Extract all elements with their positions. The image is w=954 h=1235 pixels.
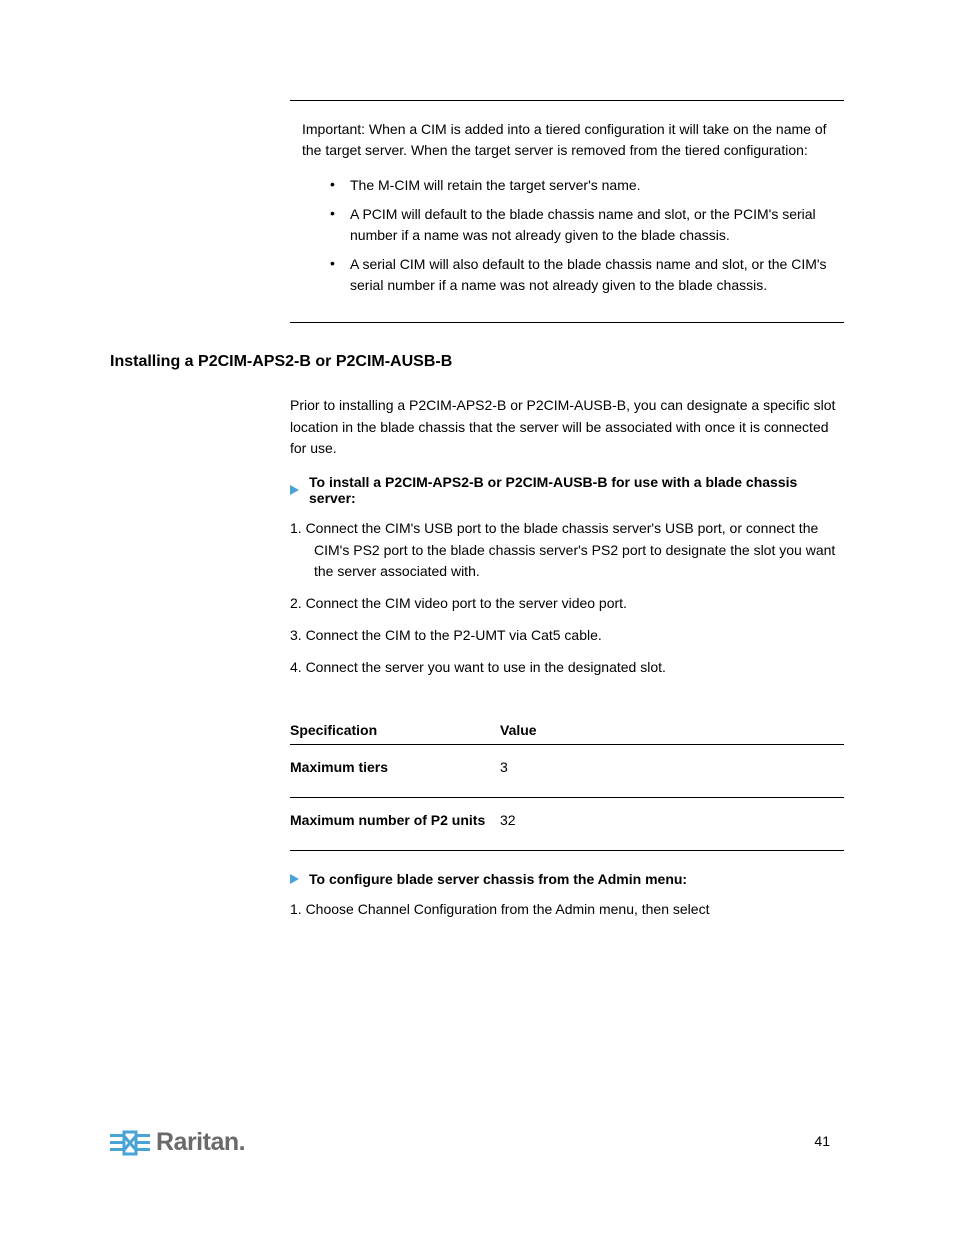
- procedure-label: To install a P2CIM-APS2-B or P2CIM-AUSB-…: [309, 474, 844, 506]
- spec-header-value: Value: [500, 722, 844, 738]
- spec-row: Maximum number of P2 units 32: [290, 798, 844, 851]
- procedure-label: To configure blade server chassis from t…: [309, 871, 687, 887]
- brand-logo: Raritan.: [110, 1128, 245, 1157]
- step: 1. Choose Channel Configuration from the…: [290, 899, 844, 921]
- spec-cell: 32: [500, 812, 844, 828]
- spec-header-spec: Specification: [290, 722, 500, 738]
- step: 3. Connect the CIM to the P2-UMT via Cat…: [290, 625, 844, 647]
- procedure-heading: To configure blade server chassis from t…: [290, 871, 844, 887]
- note-box: Important: When a CIM is added into a ti…: [290, 100, 844, 323]
- spec-row: Maximum tiers 3: [290, 745, 844, 798]
- note-item: A serial CIM will also default to the bl…: [330, 254, 832, 296]
- spec-table: Specification Value Maximum tiers 3 Maxi…: [290, 722, 844, 851]
- step: 4. Connect the server you want to use in…: [290, 657, 844, 679]
- intro-paragraph: Prior to installing a P2CIM-APS2-B or P2…: [290, 395, 844, 460]
- section-heading: Installing a P2CIM-APS2-B or P2CIM-AUSB-…: [110, 353, 844, 371]
- page-number: 41: [814, 1133, 830, 1149]
- spec-table-head: Specification Value: [290, 722, 844, 745]
- step: 2. Connect the CIM video port to the ser…: [290, 593, 844, 615]
- note-item: A PCIM will default to the blade chassis…: [330, 204, 832, 246]
- brand-name: Raritan.: [156, 1128, 245, 1157]
- spec-cell: Maximum tiers: [290, 759, 500, 775]
- note-item: The M-CIM will retain the target server'…: [330, 175, 832, 196]
- procedure-heading: To install a P2CIM-APS2-B or P2CIM-AUSB-…: [290, 474, 844, 506]
- note-intro: Important: When a CIM is added into a ti…: [302, 119, 832, 161]
- logo-mark-icon: [110, 1130, 150, 1156]
- spec-cell: 3: [500, 759, 844, 775]
- triangle-icon: [290, 485, 299, 495]
- note-list: The M-CIM will retain the target server'…: [302, 175, 832, 296]
- triangle-icon: [290, 874, 299, 884]
- spec-cell: Maximum number of P2 units: [290, 812, 500, 828]
- step: 1. Connect the CIM's USB port to the bla…: [290, 518, 844, 583]
